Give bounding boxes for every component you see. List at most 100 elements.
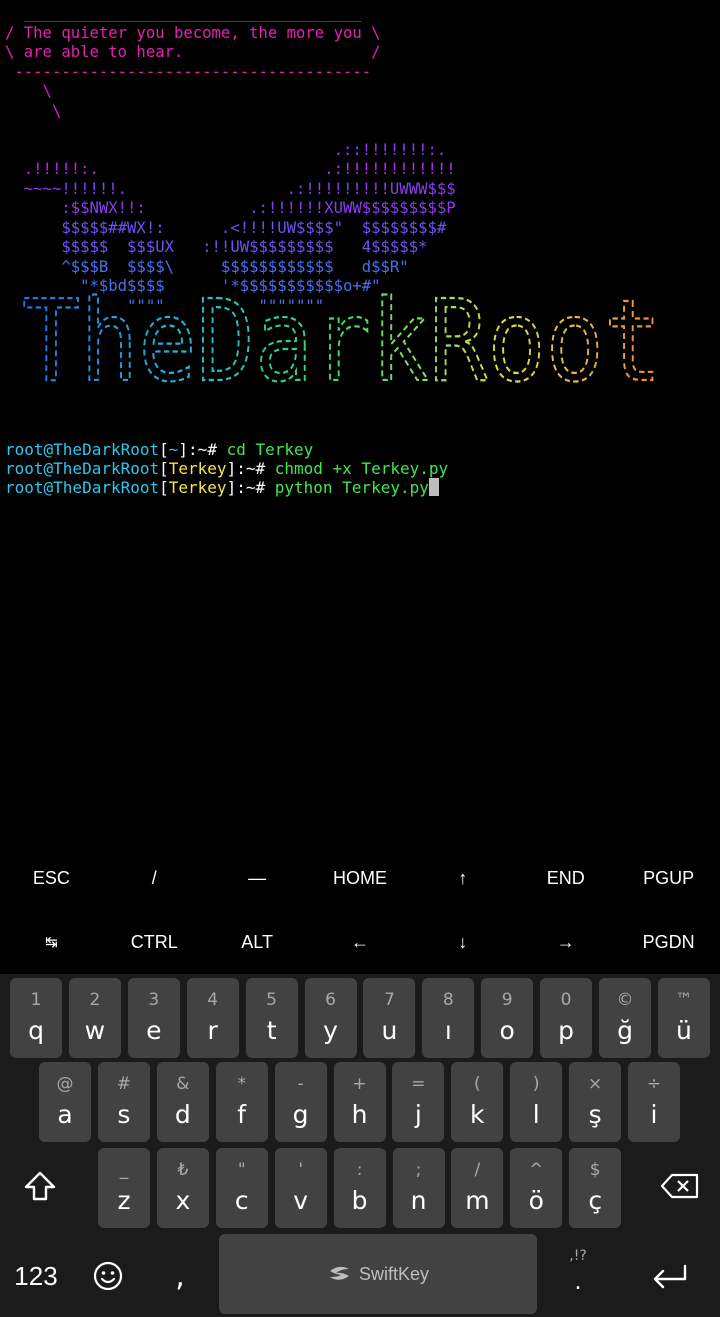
numbers-key[interactable]: 123: [0, 1236, 72, 1316]
key-x[interactable]: ₺ x: [156, 1148, 209, 1228]
text-cursor: [428, 478, 439, 496]
prompt-path: Terkey: [168, 478, 227, 497]
cowsay-line: $$$$$ $$$UX :!!UW$$$$$$$$$ 4$$$$$*: [5, 238, 428, 256]
key-k[interactable]: (k: [451, 1062, 504, 1142]
key-label: a: [57, 1100, 73, 1129]
dash-key[interactable]: —: [206, 846, 309, 910]
esc-key[interactable]: ESC: [0, 846, 103, 910]
ctrl-key[interactable]: CTRL: [103, 910, 206, 974]
arrow-right-key[interactable]: →: [514, 910, 617, 974]
home-key[interactable]: HOME: [309, 846, 412, 910]
arrow-left-key[interactable]: ←: [309, 910, 412, 974]
space-bar[interactable]: SwiftKey: [219, 1234, 537, 1314]
key-label: z: [117, 1186, 131, 1215]
banner-text: TheDarkRoot: [22, 280, 662, 405]
end-key[interactable]: END: [514, 846, 617, 910]
key-label: o: [499, 1016, 515, 1045]
extra-keys-row-2: ↹ CTRL ALT ← ↓ → PGDN: [0, 910, 720, 974]
key-label: n: [410, 1186, 427, 1215]
key-s[interactable]: # s: [97, 1062, 150, 1142]
key-hint: 7: [383, 990, 395, 1010]
key-hint: 9: [501, 990, 513, 1010]
prompt-user: root@TheDarkRoot: [5, 459, 160, 478]
key-label: d: [174, 1100, 191, 1129]
key-ö[interactable]: ^ ö: [510, 1148, 563, 1228]
command-input[interactable]: python Terkey.py: [275, 478, 429, 497]
command-text: chmod +x Terkey.py: [274, 459, 449, 478]
key-hint: 8: [442, 990, 454, 1010]
key-j[interactable]: = j: [392, 1062, 445, 1142]
cowsay-line: ^$$$B $$$$\ $$$$$$$$$$$$ d$$R": [5, 257, 409, 276]
key-hint: +: [352, 1074, 367, 1094]
arrow-down-key[interactable]: ↓: [411, 910, 514, 974]
alt-key[interactable]: ALT: [206, 910, 309, 974]
key-t[interactable]: 5t: [245, 978, 298, 1058]
emoji-key[interactable]: [80, 1236, 136, 1316]
key-ş[interactable]: × ş: [569, 1062, 622, 1142]
key-f[interactable]: * f: [215, 1062, 268, 1142]
key-label: p: [558, 1016, 575, 1045]
key-n[interactable]: ; n: [392, 1148, 445, 1228]
key-l[interactable]: ) l: [510, 1062, 563, 1142]
backspace-key[interactable]: [640, 1146, 720, 1226]
key-label: v: [293, 1186, 309, 1215]
key-label: ö: [528, 1186, 544, 1215]
cowsay-line: \: [5, 101, 62, 120]
key-e[interactable]: 3e: [127, 978, 180, 1058]
key-v[interactable]: ' v: [274, 1148, 327, 1228]
terminal-screen[interactable]: ____________________________________ / Th…: [0, 0, 720, 850]
cowsay-line: \ are able to hear. /: [5, 43, 381, 61]
key-ğ[interactable]: © ğ: [599, 978, 651, 1058]
key-ü[interactable]: ™ ü: [657, 978, 710, 1058]
enter-key[interactable]: [630, 1236, 710, 1316]
key-label: x: [175, 1186, 191, 1215]
key-hint: 4: [207, 990, 219, 1010]
key-y[interactable]: 6y: [304, 978, 357, 1058]
key-m[interactable]: / m: [451, 1148, 504, 1228]
key-d[interactable]: & d: [156, 1062, 209, 1142]
slash-key[interactable]: /: [103, 846, 206, 910]
pgup-key[interactable]: PGUP: [617, 846, 720, 910]
key-p[interactable]: 0p: [540, 978, 593, 1058]
key-hint: @: [56, 1074, 74, 1094]
key-hint: /: [474, 1160, 481, 1180]
arrow-up-key[interactable]: ↑: [411, 846, 514, 910]
period-label: .: [574, 1270, 582, 1295]
tab-key[interactable]: ↹: [0, 910, 103, 974]
key-b[interactable]: :b: [333, 1148, 386, 1228]
key-hint: 0: [560, 990, 572, 1010]
key-ç[interactable]: $ ç: [569, 1148, 622, 1228]
enter-icon: [653, 1264, 687, 1289]
key-c[interactable]: " c: [215, 1148, 268, 1228]
comma-key[interactable]: ,: [150, 1236, 210, 1316]
cowsay-ascii-art: ____________________________________ / Th…: [5, 4, 456, 316]
pgdn-key[interactable]: PGDN: [617, 910, 720, 974]
key-ı[interactable]: 8ı: [422, 978, 475, 1058]
key-g[interactable]: -g: [274, 1062, 327, 1142]
prompt-path: ~: [168, 440, 179, 459]
key-a[interactable]: @ a: [39, 1062, 91, 1142]
key-u[interactable]: 7u: [363, 978, 416, 1058]
prompt-bracket-close: ]: [226, 459, 237, 478]
key-label: ı: [444, 1016, 452, 1045]
key-q[interactable]: 1q: [10, 978, 62, 1058]
key-hint: 5: [266, 990, 277, 1010]
punctuation-hint: ,!?: [569, 1248, 587, 1264]
key-h[interactable]: + h: [333, 1062, 386, 1142]
key-i[interactable]: ÷ i: [628, 1062, 680, 1142]
key-o[interactable]: 9o: [481, 978, 534, 1058]
key-hint: ™: [675, 990, 693, 1010]
key-label: b: [351, 1186, 368, 1215]
key-hint: ×: [587, 1074, 603, 1094]
shift-icon: [24, 1171, 56, 1201]
shift-key[interactable]: [0, 1146, 80, 1226]
key-r[interactable]: 4r: [186, 978, 239, 1058]
key-z[interactable]: _ z: [98, 1148, 150, 1228]
prompt-suffix: :~#: [236, 459, 275, 478]
key-hint: ₺: [177, 1160, 189, 1180]
period-key[interactable]: ,!? .: [548, 1236, 608, 1316]
command-line-3[interactable]: root@TheDarkRoot[Terkey]:~# python Terke…: [5, 478, 439, 498]
prompt-bracket-close: ]: [178, 440, 189, 459]
key-label: ğ: [617, 1016, 633, 1045]
key-w[interactable]: 2w: [68, 978, 121, 1058]
